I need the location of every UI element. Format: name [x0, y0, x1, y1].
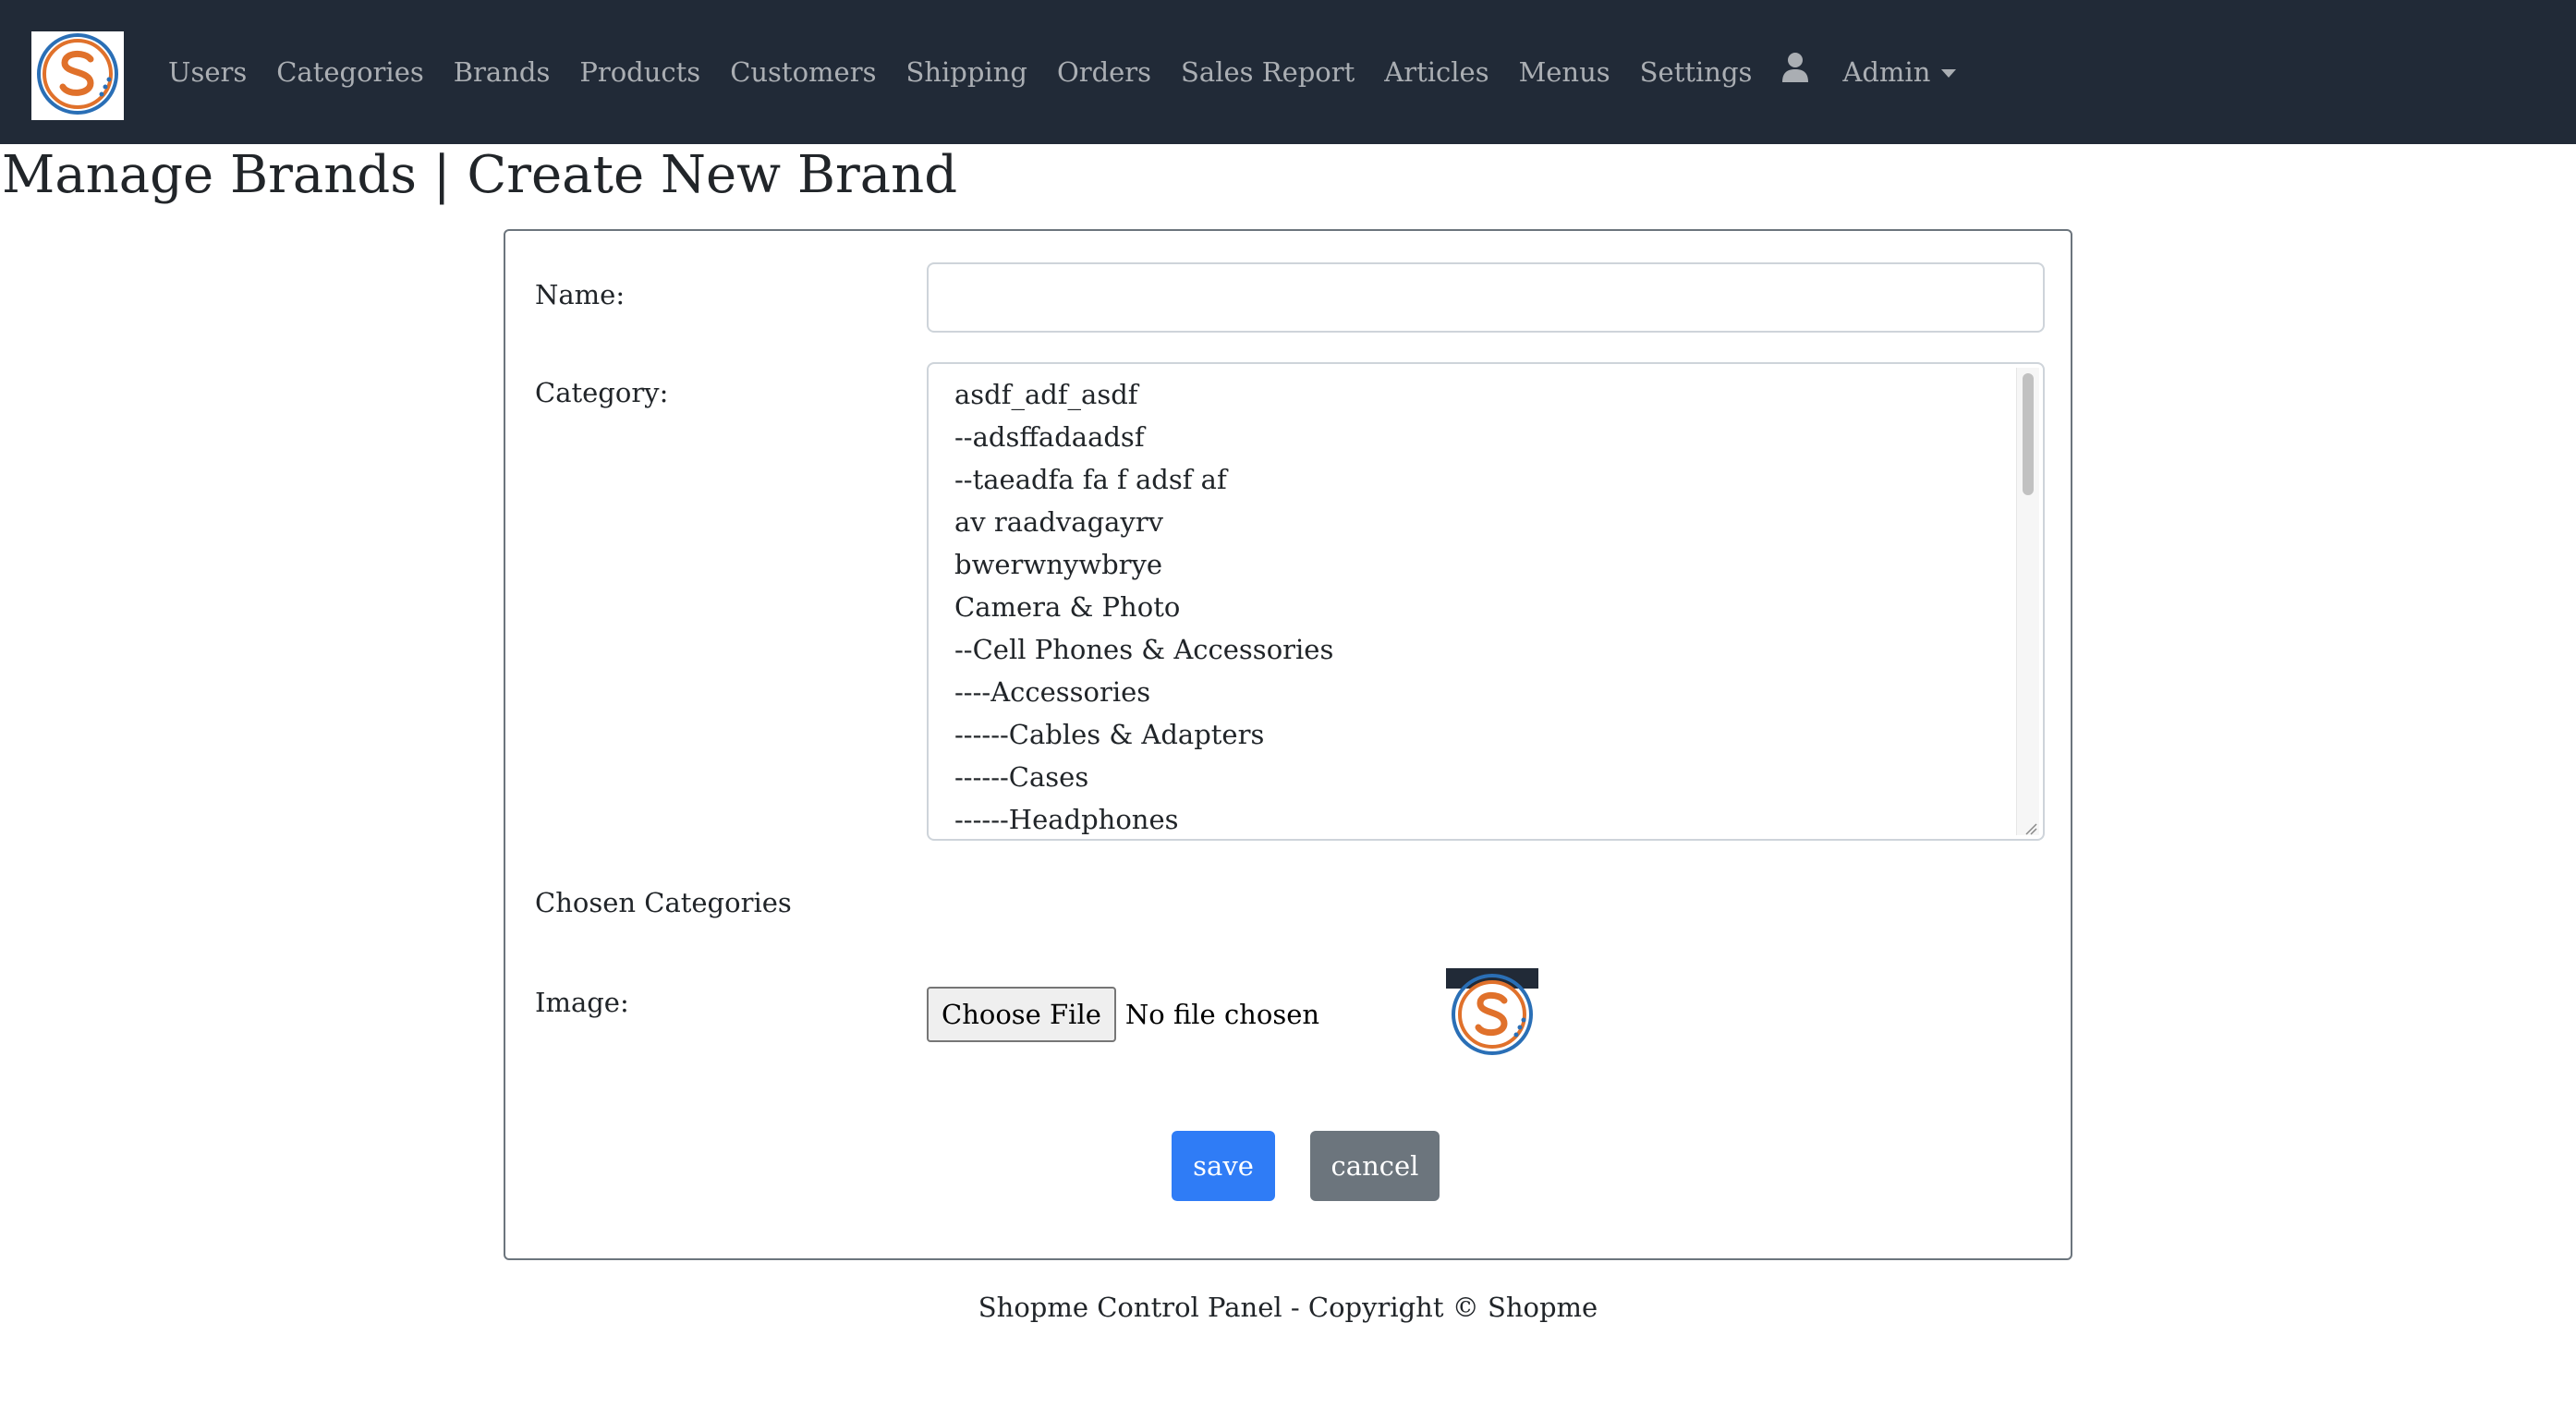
main-nav: Users Categories Brands Products Custome… — [168, 0, 1957, 144]
nav-customers[interactable]: Customers — [730, 56, 876, 88]
category-options: asdf_adf_asdf --adsffadaadsf --taeadfa f… — [954, 373, 1333, 839]
nav-products[interactable]: Products — [579, 56, 700, 88]
image-label: Image: — [535, 987, 629, 1018]
name-input[interactable] — [927, 262, 2045, 333]
category-option[interactable]: --Cell Phones & Accessories — [954, 628, 1333, 671]
category-option[interactable]: ------Cases — [954, 756, 1333, 798]
category-option[interactable]: --adsffadaadsf — [954, 416, 1333, 458]
category-option[interactable]: asdf_adf_asdf — [954, 373, 1333, 416]
admin-label: Admin — [1842, 56, 1931, 88]
category-scrollbar[interactable] — [2016, 368, 2039, 835]
category-label: Category: — [535, 377, 669, 408]
no-file-text: No file chosen — [1124, 999, 1320, 1030]
nav-menus[interactable]: Menus — [1519, 56, 1610, 88]
chevron-down-icon — [1941, 68, 1957, 78]
category-option[interactable]: av raadvagayrv — [954, 501, 1333, 543]
nav-articles[interactable]: Articles — [1384, 56, 1488, 88]
category-multiselect[interactable]: asdf_adf_asdf --adsffadaadsf --taeadfa f… — [927, 362, 2045, 841]
category-option[interactable]: ------Headphones — [954, 798, 1333, 839]
nav-categories[interactable]: Categories — [276, 56, 424, 88]
nav-sales-report[interactable]: Sales Report — [1181, 56, 1355, 88]
cancel-button[interactable]: cancel — [1310, 1131, 1440, 1201]
category-option[interactable]: bwerwnywbrye — [954, 543, 1333, 586]
nav-brands[interactable]: Brands — [454, 56, 551, 88]
top-navbar: Users Categories Brands Products Custome… — [0, 0, 2576, 144]
shopme-logo-thumbnail-icon — [1446, 968, 1538, 1061]
shopme-logo[interactable] — [31, 31, 124, 120]
image-file-input: Choose File No file chosen — [927, 987, 1319, 1042]
shopme-logo-icon — [37, 33, 118, 115]
chosen-categories-label: Chosen Categories — [535, 887, 792, 918]
admin-dropdown[interactable]: Admin — [1842, 56, 1957, 88]
category-option[interactable]: ----Accessories — [954, 671, 1333, 713]
footer-copyright: Shopme Control Panel - Copyright © Shopm… — [978, 1292, 1598, 1323]
nav-orders[interactable]: Orders — [1057, 56, 1151, 88]
name-label: Name: — [535, 279, 626, 310]
brand-form: Name: Category: asdf_adf_asdf --adsffada… — [504, 229, 2072, 1260]
nav-users[interactable]: Users — [168, 56, 247, 88]
nav-settings[interactable]: Settings — [1640, 56, 1753, 88]
scrollbar-thumb[interactable] — [2023, 373, 2034, 495]
brand-image-preview — [1446, 968, 1538, 1061]
save-button[interactable]: save — [1172, 1131, 1275, 1201]
category-option[interactable]: Camera & Photo — [954, 586, 1333, 628]
page: Users Categories Brands Products Custome… — [0, 0, 2576, 1408]
choose-file-button[interactable]: Choose File — [927, 987, 1116, 1042]
category-option[interactable]: ------Cables & Adapters — [954, 713, 1333, 756]
resize-grip-icon[interactable] — [2023, 820, 2037, 835]
user-icon[interactable] — [1781, 52, 1809, 83]
category-option[interactable]: --taeadfa fa f adsf af — [954, 458, 1333, 501]
page-title: Manage Brands | Create New Brand — [2, 145, 958, 205]
nav-shipping[interactable]: Shipping — [905, 56, 1027, 88]
